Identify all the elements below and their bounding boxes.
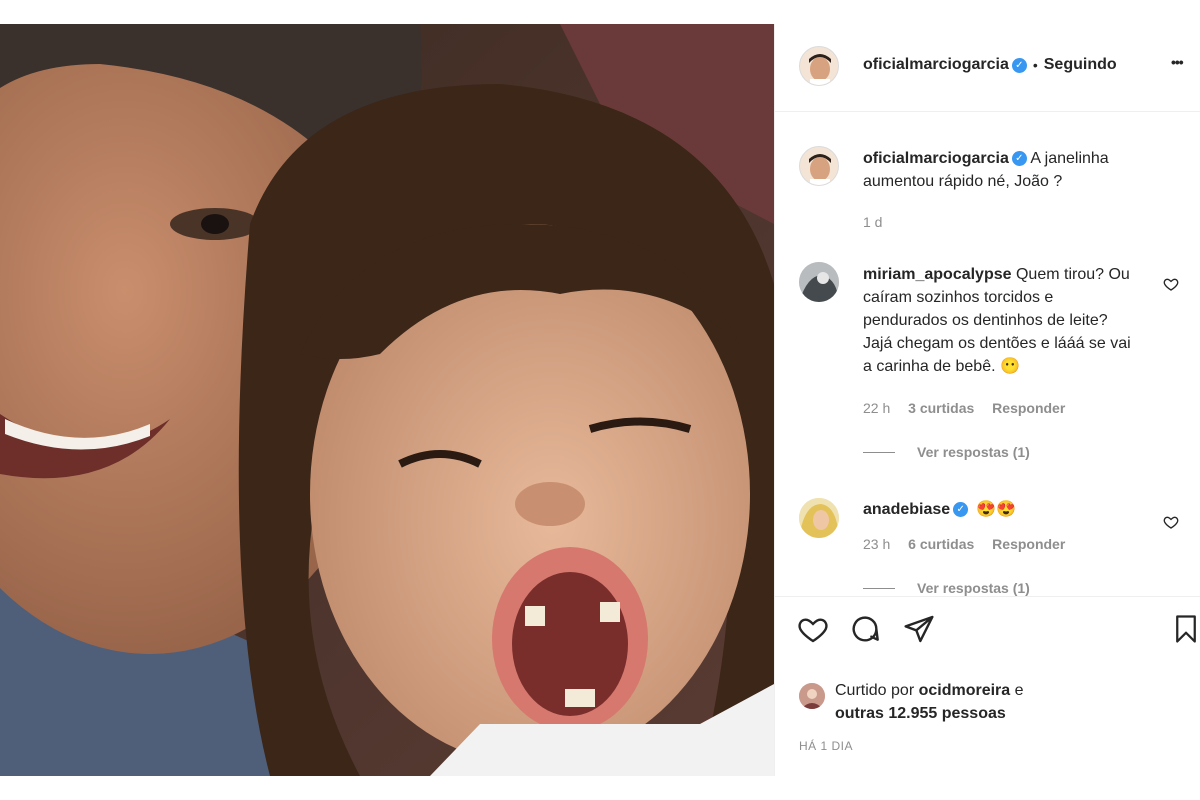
likes-summary: Curtido por ocidmoreira e outras 12.955 … — [835, 679, 1175, 725]
author-avatar-image — [809, 54, 831, 85]
post-actions: Curtido por ocidmoreira e outras 12.955 … — [775, 596, 1200, 776]
instagram-post: oficialmarciogarcia ✓ • Seguindo ••• ofi… — [0, 0, 1200, 800]
post-header: oficialmarciogarcia ✓ • Seguindo ••• — [775, 24, 1200, 112]
caption-time: 1 d — [863, 214, 883, 230]
header-user-line: oficialmarciogarcia ✓ • Seguindo — [863, 56, 1117, 74]
liked-by-middle: e — [1010, 682, 1024, 699]
comment-text: 😍😍 — [976, 501, 1016, 518]
comment-avatar[interactable] — [799, 262, 839, 302]
comment-likes-count[interactable]: 3 curtidas — [908, 400, 974, 416]
liked-by-others[interactable]: outras 12.955 pessoas — [835, 705, 1006, 722]
post-image — [0, 24, 774, 776]
comment-2-meta: 23 h 6 curtidas Responder — [863, 536, 1065, 552]
comment-like-heart-icon[interactable] — [1163, 276, 1179, 292]
header-separator: • — [1032, 57, 1038, 73]
more-options-icon[interactable]: ••• — [1171, 54, 1184, 70]
liker-avatar[interactable] — [799, 683, 825, 709]
comment-avatar-image — [799, 498, 839, 538]
verified-badge-icon: ✓ — [953, 502, 969, 517]
caption-avatar-image — [809, 154, 831, 185]
share-paper-plane-icon[interactable] — [903, 613, 935, 645]
replies-line — [863, 452, 895, 453]
comment-likes-count[interactable]: 6 curtidas — [908, 536, 974, 552]
caption-username[interactable]: oficialmarciogarcia — [863, 150, 1009, 167]
author-username[interactable]: oficialmarciogarcia — [863, 56, 1009, 74]
save-bookmark-icon[interactable] — [1171, 613, 1200, 645]
post-photo[interactable] — [0, 24, 774, 776]
verified-badge-icon: ✓ — [1011, 151, 1027, 167]
caption-avatar[interactable] — [799, 146, 839, 186]
comment-1: miriam_apocalypse Quem tirou? Ou caíram … — [863, 263, 1141, 378]
post-sidebar: oficialmarciogarcia ✓ • Seguindo ••• ofi… — [774, 24, 1200, 776]
comment-2: anadebiase ✓ 😍😍 — [863, 498, 1141, 521]
comment-bubble-icon[interactable] — [849, 613, 881, 645]
verified-badge-icon: ✓ — [1011, 57, 1027, 73]
comment-avatar[interactable] — [799, 498, 839, 538]
caption: oficialmarciogarcia ✓ A janelinha aumento… — [863, 147, 1163, 193]
post-date[interactable]: HÁ 1 DIA — [799, 739, 853, 753]
view-replies-button[interactable]: Ver respostas (1) — [917, 580, 1030, 596]
comment-username[interactable]: miriam_apocalypse — [863, 266, 1012, 283]
liked-by-prefix: Curtido por — [835, 682, 919, 699]
following-button[interactable]: Seguindo — [1044, 56, 1117, 74]
reply-button[interactable]: Responder — [992, 400, 1065, 416]
comment-1-meta: 22 h 3 curtidas Responder — [863, 400, 1065, 416]
comment-username[interactable]: anadebiase — [863, 498, 950, 521]
comments-area[interactable]: oficialmarciogarcia ✓ A janelinha aumento… — [775, 112, 1200, 596]
comment-time: 22 h — [863, 400, 891, 416]
liker-avatar-image — [799, 683, 825, 709]
comment-time: 23 h — [863, 536, 891, 552]
replies-line — [863, 588, 895, 589]
liked-by-user[interactable]: ocidmoreira — [919, 682, 1011, 699]
author-avatar[interactable] — [799, 46, 839, 86]
like-heart-icon[interactable] — [797, 613, 829, 645]
view-replies-button[interactable]: Ver respostas (1) — [917, 444, 1030, 460]
comment-like-heart-icon[interactable] — [1163, 514, 1179, 530]
comment-avatar-image — [799, 262, 839, 302]
reply-button[interactable]: Responder — [992, 536, 1065, 552]
